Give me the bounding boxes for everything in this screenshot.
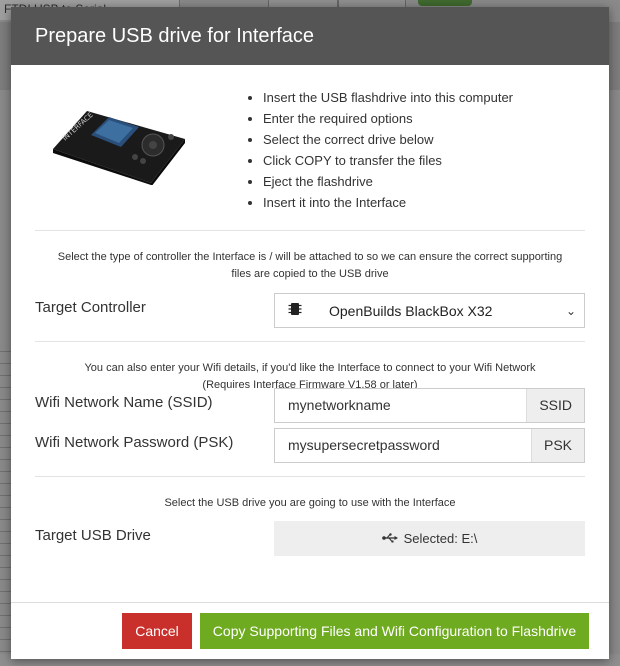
usb-drive-value: Selected: E:\: [403, 531, 478, 546]
controller-note: Select the type of controller the Interf…: [57, 251, 563, 280]
instruction-item: Eject the flashdrive: [263, 171, 513, 192]
instruction-item: Insert it into the Interface: [263, 192, 513, 213]
ssid-addon: SSID: [526, 389, 584, 422]
wifi-note-line: You can also enter your Wifi details, if…: [84, 362, 536, 374]
cancel-button[interactable]: Cancel: [122, 613, 192, 649]
instruction-item: Click COPY to transfer the files: [263, 150, 513, 171]
background-right-panel: [608, 90, 620, 666]
psk-input[interactable]: mysupersecretpassword: [275, 429, 531, 462]
usb-label: Target USB Drive: [35, 527, 151, 544]
psk-addon: PSK: [530, 429, 584, 462]
usb-icon: [381, 531, 398, 546]
target-controller-select[interactable]: OpenBuilds BlackBox X32 ⌄: [274, 293, 585, 328]
target-controller-value: OpenBuilds BlackBox X32: [329, 302, 493, 319]
instruction-item: Select the correct drive below: [263, 129, 513, 150]
background-status-bar: [418, 0, 472, 6]
wifi-note: You can also enter your Wifi details, if…: [11, 342, 609, 391]
instruction-item: Insert the USB flashdrive into this comp…: [263, 87, 513, 108]
prepare-usb-modal: Prepare USB drive for Interface INTERFAC…: [11, 7, 609, 659]
psk-input-group: mysupersecretpassword PSK: [274, 428, 585, 463]
chip-icon: [275, 301, 315, 320]
ssid-row: Wifi Network Name (SSID) mynetworkname S…: [11, 388, 609, 428]
ssid-input-group: mynetworkname SSID: [274, 388, 585, 423]
usb-note: Select the USB drive you are going to us…: [164, 497, 456, 509]
copy-to-flashdrive-button[interactable]: Copy Supporting Files and Wifi Configura…: [200, 613, 589, 649]
psk-row: Wifi Network Password (PSK) mysupersecre…: [11, 428, 609, 476]
chevron-down-icon: ⌄: [565, 303, 577, 318]
intro-section: INTERFACE Insert the USB flashdrive into…: [11, 65, 609, 230]
target-controller-label: Target Controller: [35, 299, 146, 316]
modal-title: Prepare USB drive for Interface: [11, 7, 609, 65]
interface-device-image: INTERFACE: [53, 111, 185, 185]
ssid-input[interactable]: mynetworkname: [275, 389, 526, 422]
usb-drive-select-button[interactable]: Selected: E:\: [274, 521, 585, 556]
ssid-label: Wifi Network Name (SSID): [35, 394, 213, 411]
modal-footer: Cancel Copy Supporting Files and Wifi Co…: [11, 602, 609, 659]
target-controller-row: Target Controller OpenBuilds BlackBox X3…: [11, 293, 609, 341]
instruction-item: Enter the required options: [263, 108, 513, 129]
psk-label: Wifi Network Password (PSK): [35, 434, 234, 451]
instructions-list: Insert the USB flashdrive into this comp…: [243, 87, 513, 213]
usb-row: Target USB Drive Selected: E:\: [11, 521, 609, 561]
